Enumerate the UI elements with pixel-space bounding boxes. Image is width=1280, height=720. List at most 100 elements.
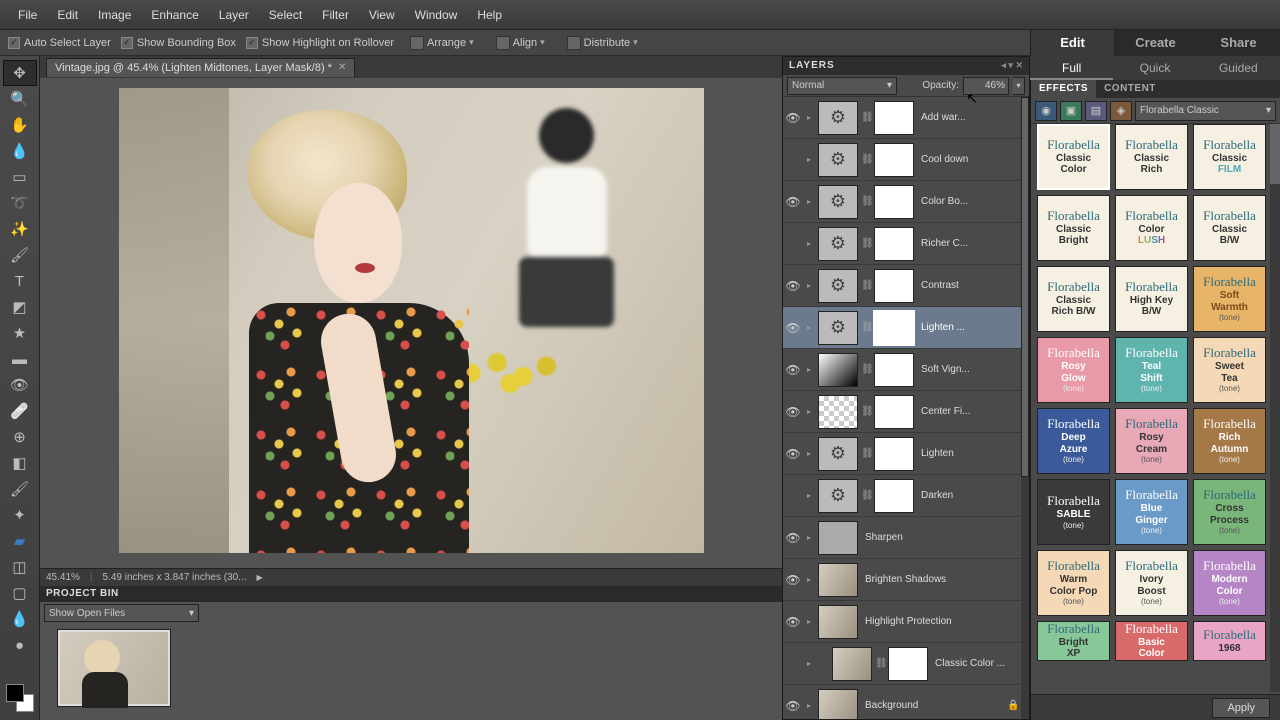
layer-mask-thumbnail[interactable]	[874, 101, 914, 135]
effect-preset[interactable]: Florabella1968	[1193, 621, 1266, 661]
effect-preset[interactable]: FlorabellaWarmColor Pop(tone)	[1037, 550, 1110, 616]
layer-mask-thumbnail[interactable]	[874, 143, 914, 177]
effect-preset[interactable]: FlorabellaRichAutumn(tone)	[1193, 408, 1266, 474]
tab-content[interactable]: CONTENT	[1096, 80, 1164, 98]
menu-select[interactable]: Select	[259, 8, 312, 22]
expand-icon[interactable]: ▸	[803, 449, 815, 458]
expand-icon[interactable]: ▸	[803, 323, 815, 332]
menu-layer[interactable]: Layer	[209, 8, 259, 22]
layer-thumbnail[interactable]	[818, 605, 858, 639]
effect-preset[interactable]: FlorabellaDeepAzure(tone)	[1037, 408, 1110, 474]
blur-tool[interactable]: 💧	[3, 606, 37, 632]
visibility-toggle-icon[interactable]: 👁	[783, 699, 803, 713]
layer-row[interactable]: 👁▸⛓Contrast	[783, 265, 1021, 307]
layer-thumbnail[interactable]	[818, 269, 858, 303]
visibility-toggle-icon[interactable]: 👁	[783, 363, 803, 377]
project-thumbnail[interactable]	[58, 630, 170, 706]
tab-effects[interactable]: EFFECTS	[1031, 80, 1096, 98]
apply-button[interactable]: Apply	[1212, 698, 1270, 718]
layer-mask-thumbnail[interactable]	[874, 311, 914, 345]
zoom-tool[interactable]: 🔍	[3, 86, 37, 112]
link-icon[interactable]: ⛓	[861, 322, 871, 333]
effect-preset[interactable]: FlorabellaClassicRich	[1115, 124, 1188, 190]
effect-preset[interactable]: FlorabellaModernColor(tone)	[1193, 550, 1266, 616]
expand-icon[interactable]: ▸	[803, 575, 815, 584]
expand-icon[interactable]: ▸	[803, 407, 815, 416]
expand-icon[interactable]: ▸	[803, 197, 815, 206]
layer-row[interactable]: 👁▸⛓Soft Vign...	[783, 349, 1021, 391]
visibility-toggle-icon[interactable]: 👁	[783, 657, 803, 671]
layer-row[interactable]: 👁▸⛓Add war...	[783, 97, 1021, 139]
fx-filter-3-icon[interactable]: ▤	[1085, 101, 1107, 121]
effect-preset[interactable]: FlorabellaHigh KeyB/W	[1115, 266, 1188, 332]
layer-row[interactable]: 👁▸⛓Classic Color ...	[783, 643, 1021, 685]
layer-name[interactable]: Darken	[917, 490, 1021, 501]
status-menu-icon[interactable]: ▶	[257, 573, 263, 582]
link-icon[interactable]: ⛓	[861, 448, 871, 459]
tab-share[interactable]: Share	[1197, 30, 1280, 56]
expand-icon[interactable]: ▸	[803, 533, 815, 542]
visibility-toggle-icon[interactable]: 👁	[783, 237, 803, 251]
hand-tool[interactable]: ✋	[3, 112, 37, 138]
layer-name[interactable]: Cool down	[917, 154, 1021, 165]
menu-filter[interactable]: Filter	[312, 8, 359, 22]
visibility-toggle-icon[interactable]: 👁	[783, 489, 803, 503]
expand-icon[interactable]: ▸	[803, 617, 815, 626]
visibility-toggle-icon[interactable]: 👁	[783, 531, 803, 545]
document-tab[interactable]: Vintage.jpg @ 45.4% (Lighten Midtones, L…	[46, 58, 355, 77]
layer-name[interactable]: Lighten ...	[917, 322, 1021, 333]
visibility-toggle-icon[interactable]: 👁	[783, 153, 803, 167]
mode-guided[interactable]: Guided	[1197, 56, 1280, 80]
project-bin-selector[interactable]: Show Open Files▾	[44, 604, 199, 622]
effects-scrollbar[interactable]	[1270, 124, 1280, 692]
layer-thumbnail[interactable]	[818, 479, 858, 513]
visibility-toggle-icon[interactable]: 👁	[783, 447, 803, 461]
layer-thumbnail[interactable]	[818, 101, 858, 135]
layer-row[interactable]: 👁▸⛓Lighten ...	[783, 307, 1021, 349]
layer-mask-thumbnail[interactable]	[888, 647, 928, 681]
layer-row[interactable]: 👁▸⛓Lighten	[783, 433, 1021, 475]
layer-mask-thumbnail[interactable]	[874, 353, 914, 387]
layer-row[interactable]: 👁▸⛓Richer C...	[783, 223, 1021, 265]
color-swatch[interactable]	[6, 684, 34, 712]
redeye-tool[interactable]: 👁	[3, 372, 37, 398]
link-icon[interactable]: ⛓	[861, 280, 871, 291]
opt-bounding-box[interactable]: ✓Show Bounding Box	[121, 37, 236, 49]
expand-icon[interactable]: ▸	[803, 701, 815, 710]
cookie-cutter-tool[interactable]: ★	[3, 320, 37, 346]
quick-select-tool[interactable]: 🖌	[3, 242, 37, 268]
opacity-dropdown-icon[interactable]: ▾	[1013, 77, 1025, 95]
link-icon[interactable]: ⛓	[861, 406, 871, 417]
effect-preset[interactable]: FlorabellaBrightXP	[1037, 621, 1110, 661]
effect-preset[interactable]: FlorabellaTealShift(tone)	[1115, 337, 1188, 403]
layer-row[interactable]: 👁▸⛓Color Bo...	[783, 181, 1021, 223]
expand-icon[interactable]: ▸	[803, 113, 815, 122]
menu-help[interactable]: Help	[467, 8, 512, 22]
menu-enhance[interactable]: Enhance	[141, 8, 208, 22]
layer-thumbnail[interactable]	[818, 437, 858, 471]
effect-preset[interactable]: FlorabellaBlueGinger(tone)	[1115, 479, 1188, 545]
layer-thumbnail[interactable]	[818, 353, 858, 387]
visibility-toggle-icon[interactable]: 👁	[783, 573, 803, 587]
panel-menu-icon[interactable]: ▾	[1008, 60, 1013, 70]
mode-full[interactable]: Full	[1030, 56, 1113, 80]
layer-mask-thumbnail[interactable]	[874, 395, 914, 429]
effect-preset[interactable]: FlorabellaBasicColor	[1115, 621, 1188, 661]
crop-tool[interactable]: ◩	[3, 294, 37, 320]
expand-icon[interactable]: ▸	[803, 659, 815, 668]
layer-thumbnail[interactable]	[818, 185, 858, 219]
layer-name[interactable]: Brighten Shadows	[861, 574, 1021, 585]
link-icon[interactable]: ⛓	[861, 112, 871, 123]
layer-thumbnail[interactable]	[818, 227, 858, 261]
effect-preset[interactable]: FlorabellaSoftWarmth(tone)	[1193, 266, 1266, 332]
effect-preset[interactable]: FlorabellaClassicBright	[1037, 195, 1110, 261]
eyedropper-tool[interactable]: 💧	[3, 138, 37, 164]
link-icon[interactable]: ⛓	[861, 238, 871, 249]
sponge-tool[interactable]: ●	[3, 632, 37, 658]
effect-preset[interactable]: FlorabellaClassicB/W	[1193, 195, 1266, 261]
menu-view[interactable]: View	[359, 8, 405, 22]
layer-mask-thumbnail[interactable]	[874, 437, 914, 471]
close-panel-icon[interactable]: ✕	[1015, 60, 1023, 70]
effect-preset[interactable]: FlorabellaIvoryBoost(tone)	[1115, 550, 1188, 616]
effect-preset[interactable]: FlorabellaSABLE(tone)	[1037, 479, 1110, 545]
